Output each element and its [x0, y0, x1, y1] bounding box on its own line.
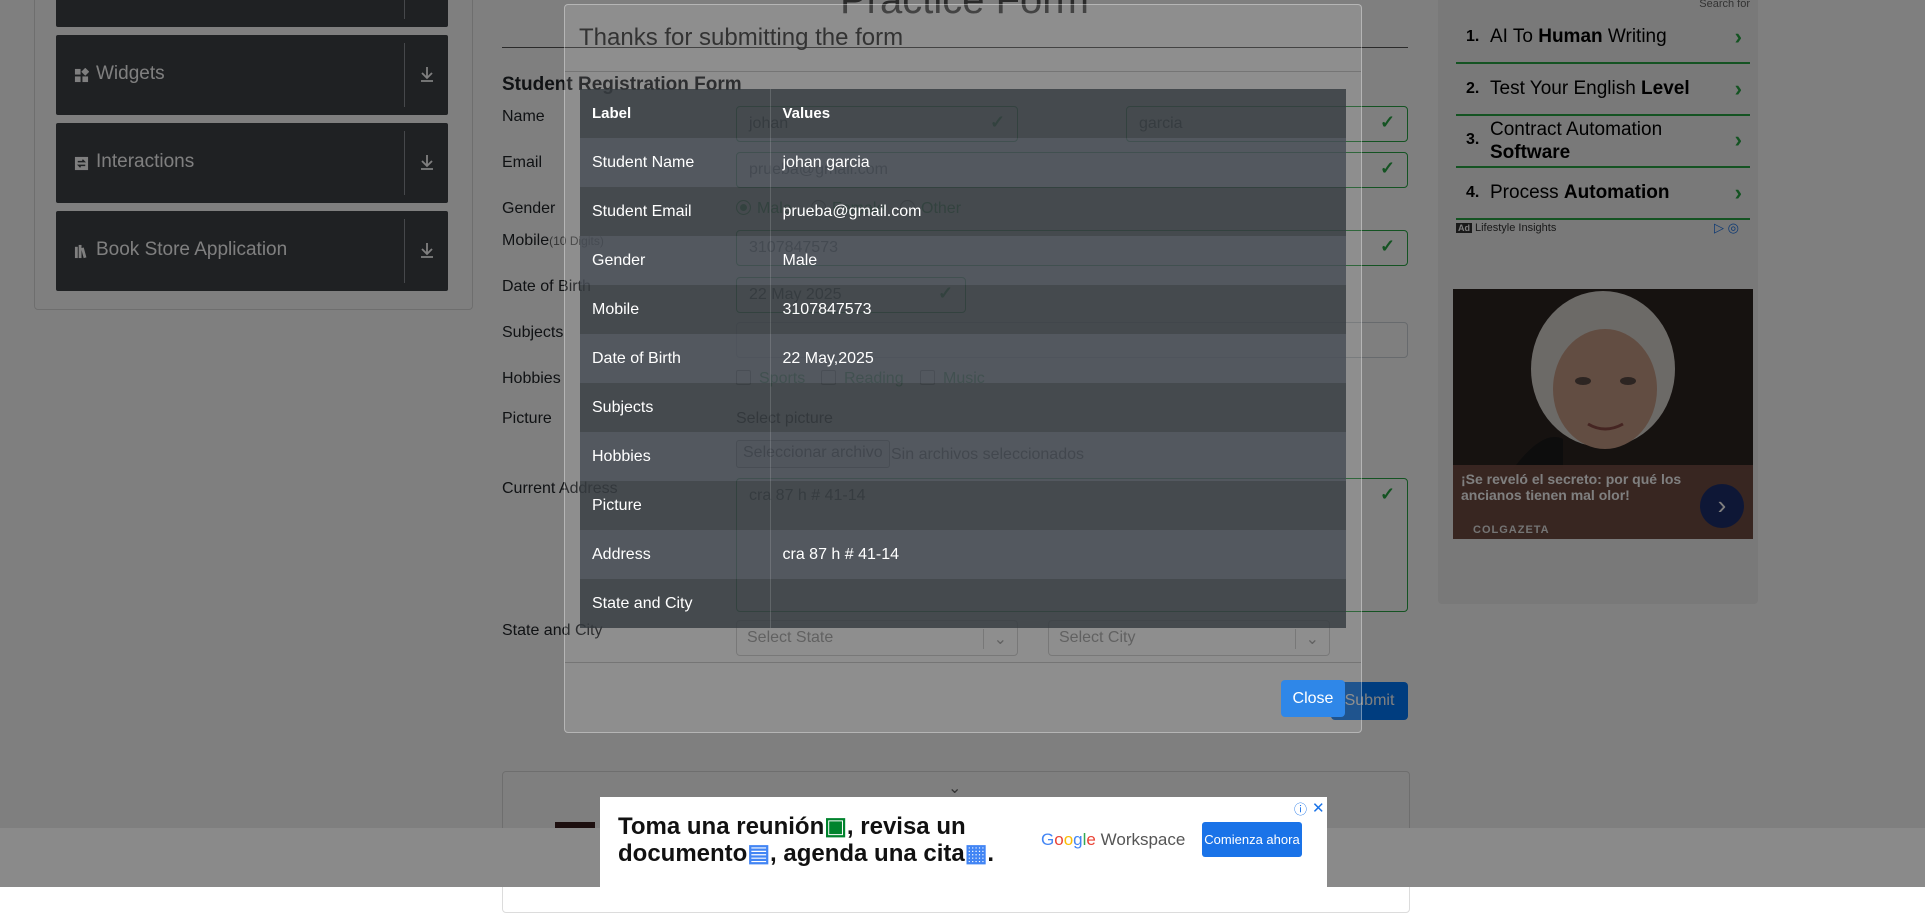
- banner-text: Toma una reunión▣, revisa un documento▤,…: [618, 813, 1008, 867]
- table-row: Subjects: [580, 383, 1346, 432]
- row-label: Picture: [580, 481, 771, 530]
- row-value: [770, 383, 1346, 432]
- row-label: Student Name: [580, 138, 771, 187]
- brand-name: Workspace: [1100, 830, 1186, 849]
- row-value: cra 87 h # 41-14: [782, 545, 900, 563]
- row-value: prueba@gmail.com: [782, 202, 922, 220]
- table-row: Mobile 3107847573: [580, 285, 1346, 334]
- calendar-icon: ▦: [964, 840, 988, 867]
- row-value: 3107847573: [782, 300, 872, 318]
- table-row: State and City: [580, 579, 1346, 628]
- table-row: Student Name johan garcia: [580, 138, 1346, 187]
- row-value: Male: [782, 251, 818, 269]
- row-label: Address: [580, 530, 771, 579]
- divider: [565, 662, 1361, 663]
- row-label: Hobbies: [580, 432, 771, 481]
- row-value: [770, 432, 1346, 481]
- banner-text-part: documento: [618, 840, 748, 867]
- row-label: State and City: [580, 579, 771, 628]
- modal-title: Thanks for submitting the form: [579, 24, 904, 51]
- cta-button[interactable]: Comienza ahora: [1202, 822, 1302, 857]
- row-label: Student Email: [580, 187, 771, 236]
- table-row: Student Email prueba@gmail.com: [580, 187, 1346, 236]
- table-row: Address cra 87 h # 41-14: [580, 530, 1346, 579]
- table-row: Gender Male: [580, 236, 1346, 285]
- table-row: Picture: [580, 481, 1346, 530]
- banner-text-part: , agenda una cita: [770, 840, 965, 867]
- row-label: Subjects: [580, 383, 771, 432]
- meet-icon: ▣: [824, 813, 847, 840]
- table-row: Date of Birth 22 May,2025: [580, 334, 1346, 383]
- row-label: Date of Birth: [580, 334, 771, 383]
- table-header-row: Label Values: [580, 89, 1346, 138]
- row-label: Mobile: [580, 285, 771, 334]
- column-header: Label: [580, 89, 771, 138]
- close-button[interactable]: Close: [1281, 680, 1345, 717]
- info-icon[interactable]: ⓘ: [1294, 799, 1307, 818]
- row-value: johan garcia: [782, 153, 870, 171]
- row-value: 22 May,2025: [782, 349, 874, 367]
- results-table: Label Values Student Name johan garcia St…: [580, 89, 1346, 628]
- row-label: Gender: [580, 236, 771, 285]
- banner-text-part: , revisa un: [846, 813, 966, 840]
- divider: [565, 71, 1361, 72]
- google-workspace-logo: Google Workspace: [1041, 830, 1186, 849]
- row-value: [770, 481, 1346, 530]
- banner-ad[interactable]: Toma una reunión▣, revisa un documento▤,…: [600, 797, 1327, 887]
- docs-icon: ▤: [747, 840, 771, 867]
- row-value: [770, 579, 1346, 628]
- close-icon[interactable]: ✕: [1312, 799, 1325, 817]
- banner-text-part: Toma una reunión: [618, 813, 825, 840]
- column-header: Values: [782, 105, 831, 122]
- banner-text-part: .: [987, 840, 995, 867]
- table-row: Hobbies: [580, 432, 1346, 481]
